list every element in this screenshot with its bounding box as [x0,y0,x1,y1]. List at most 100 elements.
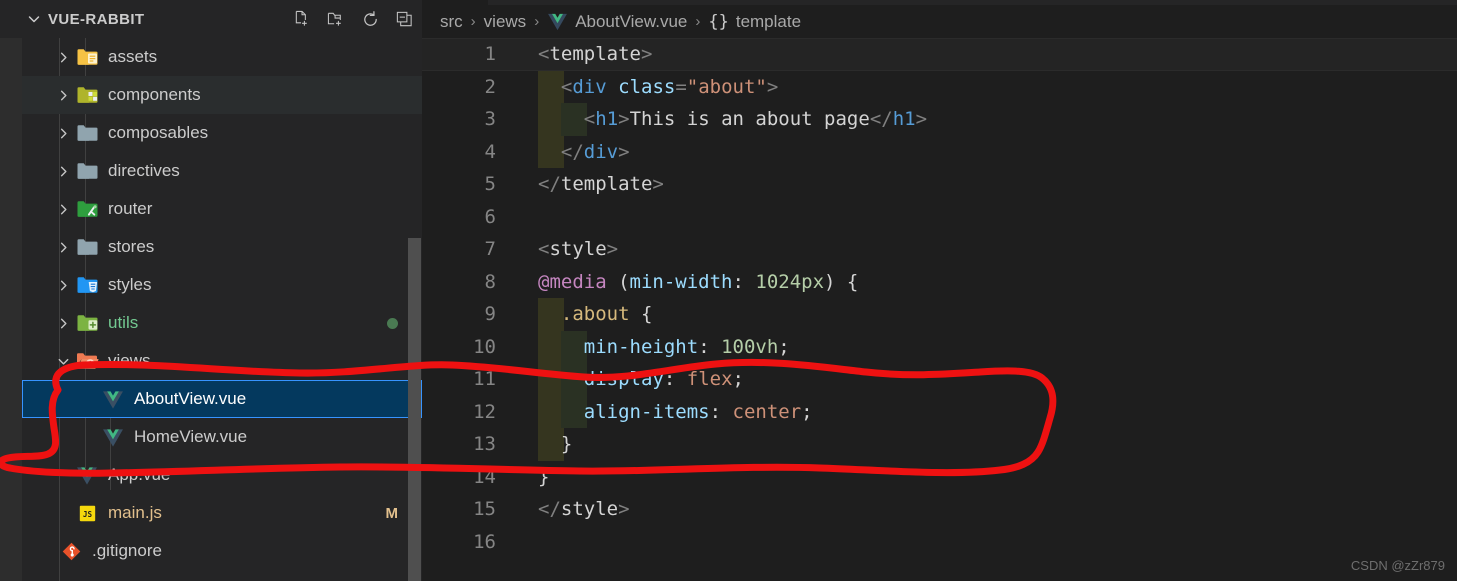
tree-file-aboutview-vue[interactable]: AboutView.vue [22,380,422,418]
chevron-right-icon[interactable] [52,152,74,190]
folder-utils-icon [74,304,100,342]
breadcrumb[interactable]: src › views › AboutView.vue › {} templat… [422,5,1457,38]
code-line-text[interactable]: </template> [538,168,664,201]
chevron-right-icon[interactable] [52,76,74,114]
line-number: 14 [473,465,496,488]
svg-text:JS: JS [82,510,92,519]
tree-folder-utils[interactable]: utils [22,304,422,342]
line-number: 8 [484,270,496,293]
line-number: 9 [484,303,496,325]
sidebar-scrollbar-thumb[interactable] [408,238,421,581]
code-line-text[interactable]: display: flex; [584,363,744,396]
tree-folder-router[interactable]: router [22,190,422,228]
tree-item-label: composables [108,123,209,142]
chevron-right-icon[interactable] [52,190,74,228]
code-line-text[interactable]: .about { [561,298,653,331]
line-number: 16 [473,530,496,553]
tree-file-homeview-vue[interactable]: HomeView.vue [22,418,422,456]
line-number: 7 [484,238,496,260]
tree-item-label: HomeView.vue [134,427,248,446]
vue-file-icon [547,13,568,31]
code-line-text[interactable]: } [538,461,549,494]
chevron-down-icon[interactable] [22,0,46,38]
chevron-right-icon[interactable] [52,266,74,304]
code-line-text[interactable]: <style> [538,233,618,266]
tree-item-label: assets [108,47,158,66]
refresh-icon[interactable] [356,5,384,33]
line-number: 12 [473,400,496,423]
line-number: 15 [473,498,496,520]
tree-file-main-js[interactable]: JS main.js M [22,494,422,532]
tree-folder-components[interactable]: components [22,76,422,114]
tree-indent-spacer [78,418,100,456]
tree-folder-stores[interactable]: stores [22,228,422,266]
breadcrumb-item-views[interactable]: views [484,12,527,32]
tree-item-label: styles [108,275,152,294]
collapse-all-icon[interactable] [390,5,418,33]
breadcrumb-separator: › [470,13,476,30]
line-number: 3 [484,108,496,130]
code-line-text[interactable]: <h1>This is an about page</h1> [584,103,927,136]
code-line-text[interactable]: align-items: center; [584,396,813,429]
chevron-right-icon[interactable] [52,114,74,152]
code-line-text[interactable]: <div class="about"> [561,71,778,104]
breadcrumb-label: AboutView.vue [575,11,688,31]
activity-bar-top [0,0,22,38]
code-line-band [422,428,1457,461]
folder-plain-icon [74,114,100,152]
tree-indent-spacer [78,380,100,418]
chevron-down-icon[interactable] [52,342,74,380]
tree-indent-spacer [52,456,74,494]
code-line-text[interactable]: </style> [538,493,630,526]
tree-file-app-vue[interactable]: App.vue [22,456,422,494]
line-number: 10 [473,335,496,358]
code-editor[interactable]: 1 <template> 2 <div class="about"> 3 <h1>This… [422,38,1457,581]
tree-folder-styles[interactable]: styles [22,266,422,304]
code-line-band [422,461,1457,494]
code-line-text[interactable]: </div> [561,136,630,169]
code-line-text[interactable]: } [561,428,572,461]
tree-folder-assets[interactable]: assets [22,38,422,76]
tree-folder-composables[interactable]: composables [22,114,422,152]
explorer-header[interactable]: VUE-RABBIT [22,0,422,38]
file-tree[interactable]: assets components composables directives rou… [22,38,422,581]
breadcrumb-item-src[interactable]: src [440,12,463,32]
tree-item-label: components [108,85,201,104]
breadcrumb-label: src [440,11,463,31]
breadcrumb-separator: › [534,13,540,30]
line-number: 13 [473,433,496,455]
code-line-text[interactable]: @media (min-width: 1024px) { [538,266,858,299]
tree-indent-spacer [52,494,74,532]
tree-item-label: .gitignore [92,541,162,560]
new-folder-icon[interactable] [322,5,350,33]
vue-file-icon [100,380,126,418]
code-line-band [422,526,1457,559]
line-number: 11 [473,368,496,390]
code-line-text[interactable]: min-height: 100vh; [584,331,790,364]
tree-folder-views[interactable]: views [22,342,422,380]
vue-file-icon [74,456,100,494]
folder-components-icon [74,76,100,114]
tree-item-label: App.vue [108,465,171,484]
workspace-title: VUE-RABBIT [48,10,145,28]
chevron-right-icon[interactable] [52,38,74,76]
breadcrumb-item-template[interactable]: {} template [708,12,801,32]
code-line-band [422,201,1457,234]
folder-router-icon [74,190,100,228]
js-file-icon: JS [74,494,100,532]
chevron-right-icon[interactable] [52,304,74,342]
chevron-right-icon[interactable] [52,228,74,266]
vue-file-icon [100,418,126,456]
line-number: 4 [484,140,496,163]
folder-plain-icon [74,152,100,190]
git-status-badge: M [385,504,399,522]
new-file-icon[interactable] [288,5,316,33]
tree-file-gitignore[interactable]: .gitignore [22,532,422,570]
tree-item-label: directives [108,161,180,180]
tree-folder-directives[interactable]: directives [22,152,422,190]
breadcrumb-item-aboutview-vue[interactable]: AboutView.vue [547,12,687,32]
folder-views-open-icon [74,342,100,380]
breadcrumb-label: template [735,11,802,31]
tree-item-label: main.js [108,503,162,522]
code-line-text[interactable]: <template> [538,38,652,71]
